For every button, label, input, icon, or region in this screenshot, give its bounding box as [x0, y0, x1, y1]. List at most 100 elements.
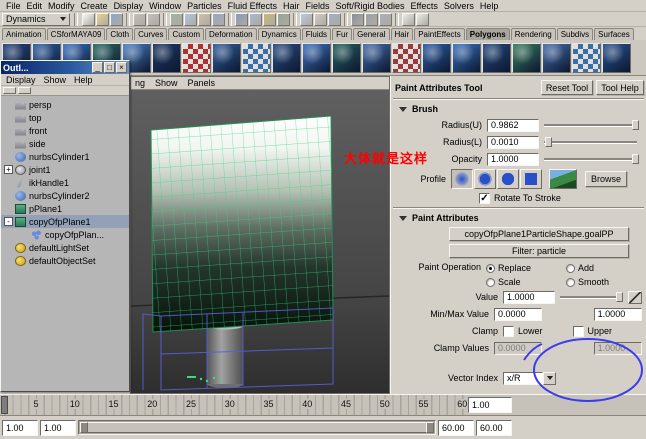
paint-operation-radio[interactable]: Replace: [486, 262, 566, 274]
shelf-tab[interactable]: Subdivs: [556, 28, 594, 40]
playback-start-field[interactable]: 1.00: [2, 419, 38, 436]
menu-item[interactable]: Soft/Rigid Bodies: [333, 1, 408, 11]
value-slider[interactable]: [560, 291, 624, 303]
chevron-down-icon[interactable]: [543, 371, 556, 385]
viewport-menu-item[interactable]: ng: [135, 78, 145, 88]
window-button[interactable]: ×: [116, 62, 127, 73]
status-icon[interactable]: [249, 12, 262, 26]
clamp-lower-checkbox[interactable]: [503, 325, 514, 337]
slider-handle[interactable]: [616, 292, 624, 302]
outliner-menu-item[interactable]: Help: [71, 75, 96, 85]
status-icon[interactable]: [228, 12, 232, 26]
shelf-tab[interactable]: Surfaces: [594, 28, 634, 40]
status-icon[interactable]: [170, 12, 183, 26]
shelf-tab[interactable]: Fur: [332, 28, 353, 40]
status-icon[interactable]: [212, 12, 225, 26]
tree-row[interactable]: + joint1: [1, 163, 129, 176]
slider-handle[interactable]: [632, 120, 640, 130]
menu-item[interactable]: Edit: [24, 1, 46, 11]
menu-item[interactable]: Modify: [45, 1, 78, 11]
shelf-tab[interactable]: Deformation: [205, 28, 257, 40]
shelf-tool-button[interactable]: [362, 42, 391, 73]
opacity-slider[interactable]: [544, 153, 640, 165]
status-icon[interactable]: [277, 12, 290, 26]
shelf-tool-button[interactable]: [542, 42, 571, 73]
shelf-tab[interactable]: Dynamics: [257, 28, 301, 40]
outliner-menu-item[interactable]: Show: [41, 75, 70, 85]
menu-item[interactable]: Hair: [280, 1, 303, 11]
status-icon[interactable]: [235, 12, 248, 26]
shelf-tool-button[interactable]: [242, 42, 271, 73]
outliner-tree[interactable]: persp top front side nurbsCylinder1 + jo…: [1, 96, 129, 391]
outliner-splitter-button[interactable]: [3, 87, 16, 94]
window-button[interactable]: □: [104, 62, 115, 73]
menu-item[interactable]: Fluid Effects: [225, 1, 280, 11]
status-icon[interactable]: [328, 12, 341, 26]
status-icon[interactable]: [147, 12, 160, 26]
status-icon[interactable]: [379, 12, 392, 26]
browse-button[interactable]: Browse: [585, 171, 627, 187]
tree-row[interactable]: ikHandle1: [1, 176, 129, 189]
radius-u-field[interactable]: 0.9862: [487, 118, 539, 132]
tree-row[interactable]: defaultObjectSet: [1, 254, 129, 267]
tree-row[interactable]: front: [1, 124, 129, 137]
brush-profile-soft-button[interactable]: [451, 169, 473, 189]
outliner-menu-item[interactable]: Display: [3, 75, 39, 85]
outliner-titlebar[interactable]: Outl... _ □ ×: [1, 61, 129, 74]
reset-tool-button[interactable]: Reset Tool: [541, 80, 593, 95]
shelf-tool-button[interactable]: [392, 42, 421, 73]
radius-u-slider[interactable]: [544, 119, 640, 131]
expander-toggle[interactable]: +: [4, 165, 13, 174]
viewport-menu-item[interactable]: Panels: [188, 78, 216, 88]
opacity-field[interactable]: 1.0000: [487, 152, 539, 166]
status-icon[interactable]: [314, 12, 327, 26]
menu-item[interactable]: Display: [111, 1, 147, 11]
shelf-tab[interactable]: Cloth: [106, 28, 134, 40]
status-icon[interactable]: [395, 12, 399, 26]
tree-row[interactable]: top: [1, 111, 129, 124]
viewport-panel[interactable]: ng Show Panels: [130, 76, 390, 394]
shelf-tool-button[interactable]: [302, 42, 331, 73]
value-map-button[interactable]: [628, 290, 642, 304]
status-icon[interactable]: [96, 12, 109, 26]
paint-operation-radio[interactable]: Add: [566, 262, 646, 274]
slider-handle[interactable]: [544, 137, 552, 147]
status-icon[interactable]: [82, 12, 95, 26]
paint-attribute-button[interactable]: copyOfpPlane1ParticleShape.goalPP: [449, 227, 629, 241]
menu-item[interactable]: Effects: [408, 1, 441, 11]
menu-item[interactable]: Particles: [184, 1, 225, 11]
anim-start-field[interactable]: 1.00: [40, 419, 76, 436]
value-field[interactable]: 1.0000: [503, 290, 555, 304]
range-bar[interactable]: [78, 420, 436, 435]
shelf-tab[interactable]: Animation: [2, 28, 46, 40]
shelf-tab[interactable]: Custom: [168, 28, 205, 40]
radius-l-field[interactable]: 0.0010: [487, 135, 539, 149]
rotate-to-stroke-checkbox[interactable]: ✓: [479, 192, 490, 204]
shelf-tool-button[interactable]: [572, 42, 601, 73]
status-icon[interactable]: [293, 12, 297, 26]
status-icon[interactable]: [133, 12, 146, 26]
menu-set-dropdown[interactable]: Dynamics: [2, 12, 70, 26]
min-value-field[interactable]: 0.0000: [494, 307, 543, 321]
menu-item[interactable]: Create: [78, 1, 111, 11]
radius-l-slider[interactable]: [544, 136, 637, 148]
status-icon[interactable]: [198, 12, 211, 26]
brush-profile-medium-button[interactable]: [474, 169, 496, 189]
shelf-tab[interactable]: Curves: [134, 28, 168, 40]
paint-operation-radio[interactable]: Smooth: [566, 276, 646, 288]
range-end-handle[interactable]: [426, 422, 434, 433]
shelf-tab[interactable]: PaintEffects: [414, 28, 465, 40]
shelf-tool-button[interactable]: [182, 42, 211, 73]
shelf-tab[interactable]: Hair: [390, 28, 414, 40]
range-start-handle[interactable]: [80, 422, 88, 433]
shelf-tool-button[interactable]: [212, 42, 241, 73]
shelf-tool-button[interactable]: [272, 42, 301, 73]
status-icon[interactable]: [402, 12, 415, 26]
tree-row[interactable]: defaultLightSet: [1, 241, 129, 254]
tree-row[interactable]: copyOfpPlan...: [1, 228, 129, 241]
shelf-tab[interactable]: Polygons: [465, 28, 510, 40]
playback-end-field[interactable]: 60.00: [476, 419, 512, 436]
tree-row[interactable]: side: [1, 137, 129, 150]
vector-index-dropdown[interactable]: x/R: [503, 371, 543, 385]
shelf-tool-button[interactable]: [512, 42, 541, 73]
